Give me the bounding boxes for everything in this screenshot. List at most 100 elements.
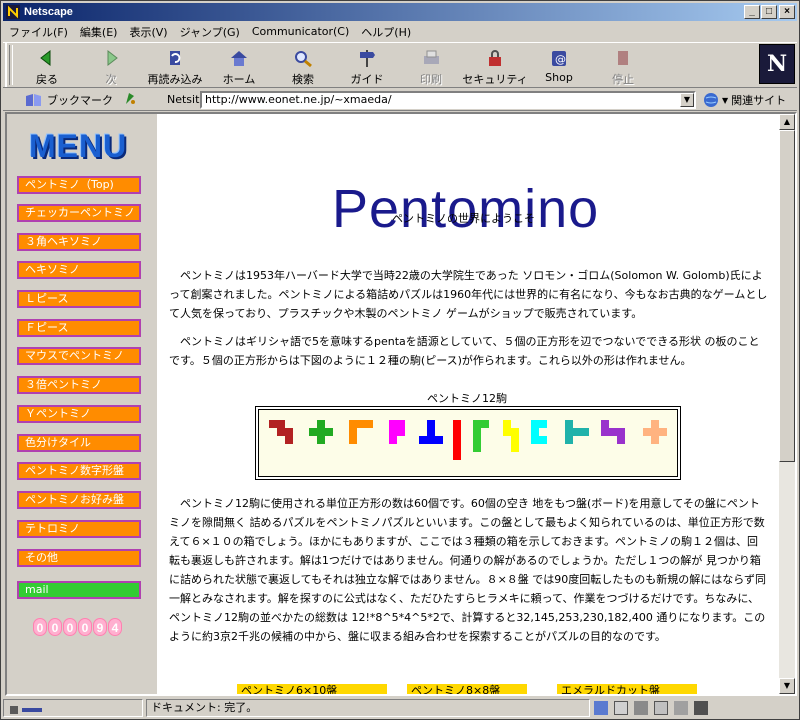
menu-link-triple-pentomino[interactable]: ３倍ペントミノ	[17, 376, 141, 394]
pentomino-cell	[651, 428, 659, 436]
reload-label: 再読み込み	[147, 73, 203, 86]
newsgroup-icon[interactable]	[634, 701, 648, 715]
board-link-6x10[interactable]: ペントミノ6×10盤	[237, 684, 387, 694]
pentomino-cell	[539, 420, 547, 428]
back-button[interactable]: 戻る	[15, 43, 79, 87]
pentomino-cell	[565, 420, 573, 428]
search-button[interactable]: 検索	[271, 43, 335, 87]
counter-digit: 0	[78, 618, 92, 636]
pentomino-cell	[349, 436, 357, 444]
url-dropdown-icon[interactable]: ▼	[680, 93, 694, 107]
pentomino-cell	[389, 436, 397, 444]
guide-button[interactable]: ガイド	[335, 43, 399, 87]
pentomino-piece	[565, 420, 589, 444]
navigation-toolbar: 戻る 次 再読み込み ホーム 検索 ガイド 印刷 セキュリティ @ Shop 停…	[3, 42, 797, 88]
home-button[interactable]: ホーム	[207, 43, 271, 87]
pentomino-cell	[453, 428, 461, 436]
connection-icon	[10, 706, 42, 714]
menu-link-pentomino-top[interactable]: ペントミノ（Top)	[17, 176, 141, 194]
menu-edit[interactable]: 編集(E)	[74, 24, 124, 40]
print-button[interactable]: 印刷	[399, 43, 463, 87]
menu-communicator[interactable]: Communicator(C)	[246, 25, 355, 38]
page-title: Pentomino	[332, 179, 600, 239]
pentomino-cell	[473, 436, 481, 444]
vertical-scrollbar[interactable]: ▲ ▼	[779, 114, 795, 694]
pentomino-cell	[357, 420, 365, 428]
menu-link-hexomino[interactable]: ヘキソミノ	[17, 261, 141, 279]
maximize-icon[interactable]: □	[761, 5, 777, 19]
pentomino-cell	[531, 436, 539, 444]
close-icon[interactable]: ×	[779, 5, 795, 19]
menu-link-tetromino[interactable]: テトロミノ	[17, 520, 141, 538]
bookmark-icon	[26, 93, 41, 106]
menu-link-checker-pentomino[interactable]: チェッカーペントミノ	[17, 204, 141, 222]
pentomino-cell	[453, 444, 461, 452]
bookmarks-button[interactable]: ブックマーク	[25, 92, 113, 108]
pentomino-cell	[453, 420, 461, 428]
board-link-8x8[interactable]: ペントミノ8×8盤	[407, 684, 527, 694]
related-sites-label: 関連サイト	[731, 94, 787, 107]
pentomino-cell	[427, 436, 435, 444]
menu-link-custom-board[interactable]: ペントミノお好み盤	[17, 491, 141, 509]
pentomino-piece	[309, 420, 333, 444]
menu-link-mouse-pentomino[interactable]: マウスでペントミノ	[17, 347, 141, 365]
puzzle-paragraph: ペントミノ12駒に使用される単位正方形の数は60個です。60個の空き 地をもつ盤…	[169, 497, 767, 643]
board-link-emerald-cut[interactable]: エメラルドカット盤	[557, 684, 697, 694]
search-icon	[291, 47, 315, 69]
security-status[interactable]	[3, 699, 143, 717]
menu-link-triangle-hexomino[interactable]: ３角ヘキソミノ	[17, 233, 141, 251]
definition-paragraph: ペントミノはギリシャ語で5を意味するpentaを語源としていて、５個の正方形を辺…	[169, 335, 760, 367]
pentomino-cell	[427, 420, 435, 428]
menu-link-color-tiles[interactable]: 色分けタイル	[17, 434, 141, 452]
menu-link-l-piece[interactable]: Ｌピース	[17, 290, 141, 308]
minimize-icon[interactable]: _	[744, 5, 760, 19]
menu-link-f-piece[interactable]: Ｆピース	[17, 319, 141, 337]
counter-digit: 0	[63, 618, 77, 636]
url-input[interactable]: http://www.eonet.ne.jp/~xmaeda/ ▼	[200, 91, 696, 109]
pentomino-cell	[269, 420, 277, 428]
menu-link-number-board[interactable]: ペントミノ数字形盤	[17, 462, 141, 480]
pentomino-cell	[531, 428, 539, 436]
reload-button[interactable]: 再読み込み	[143, 43, 207, 87]
pentomino-cell	[453, 452, 461, 460]
menu-link-y-pentomino[interactable]: Ｙペントミノ	[17, 405, 141, 423]
pentomino-cell	[617, 436, 625, 444]
menu-file[interactable]: ファイル(F)	[3, 24, 74, 40]
toolbar-grip[interactable]	[5, 43, 15, 87]
pentomino-cell	[601, 428, 609, 436]
pentomino-cell	[503, 420, 511, 428]
menu-view[interactable]: 表示(V)	[123, 24, 173, 40]
scroll-thumb[interactable]	[779, 130, 795, 462]
composer-icon[interactable]	[654, 701, 668, 715]
location-bar: ブックマーク Netsite: http://www.eonet.ne.jp/~…	[3, 89, 797, 111]
scroll-up-icon[interactable]: ▲	[779, 114, 795, 130]
pentomino-cell	[277, 420, 285, 428]
home-icon	[227, 47, 251, 69]
pentomino-piece	[419, 420, 443, 444]
print-status-icon[interactable]	[674, 701, 688, 715]
online-icon[interactable]	[694, 701, 708, 715]
guide-icon	[355, 47, 379, 69]
shop-button[interactable]: @ Shop	[527, 43, 591, 87]
lock-icon	[483, 47, 507, 69]
menu-go[interactable]: ジャンプ(G)	[174, 24, 246, 40]
forward-button[interactable]: 次	[79, 43, 143, 87]
pentomino-cell	[573, 428, 581, 436]
pentomino-cell	[617, 428, 625, 436]
stop-button[interactable]: 停止	[591, 43, 655, 87]
netscape-logo[interactable]: N	[759, 44, 795, 84]
menu-help[interactable]: ヘルプ(H)	[355, 24, 417, 40]
page-proxy-icon[interactable]	[123, 90, 137, 109]
mail-link[interactable]: mail	[17, 581, 141, 599]
navigator-icon[interactable]	[594, 701, 608, 715]
scroll-down-icon[interactable]: ▼	[779, 678, 795, 694]
pentomino-cell	[565, 428, 573, 436]
security-button[interactable]: セキュリティ	[462, 43, 528, 87]
related-sites-button[interactable]: ▼ 関連サイト	[703, 92, 786, 108]
counter-digit: 0	[33, 618, 47, 636]
mail-icon[interactable]	[614, 701, 628, 715]
menu-link-others[interactable]: その他	[17, 549, 141, 567]
forward-label: 次	[105, 73, 117, 86]
counter-digit: 9	[93, 618, 107, 636]
url-text: http://www.eonet.ne.jp/~xmaeda/	[205, 93, 392, 106]
